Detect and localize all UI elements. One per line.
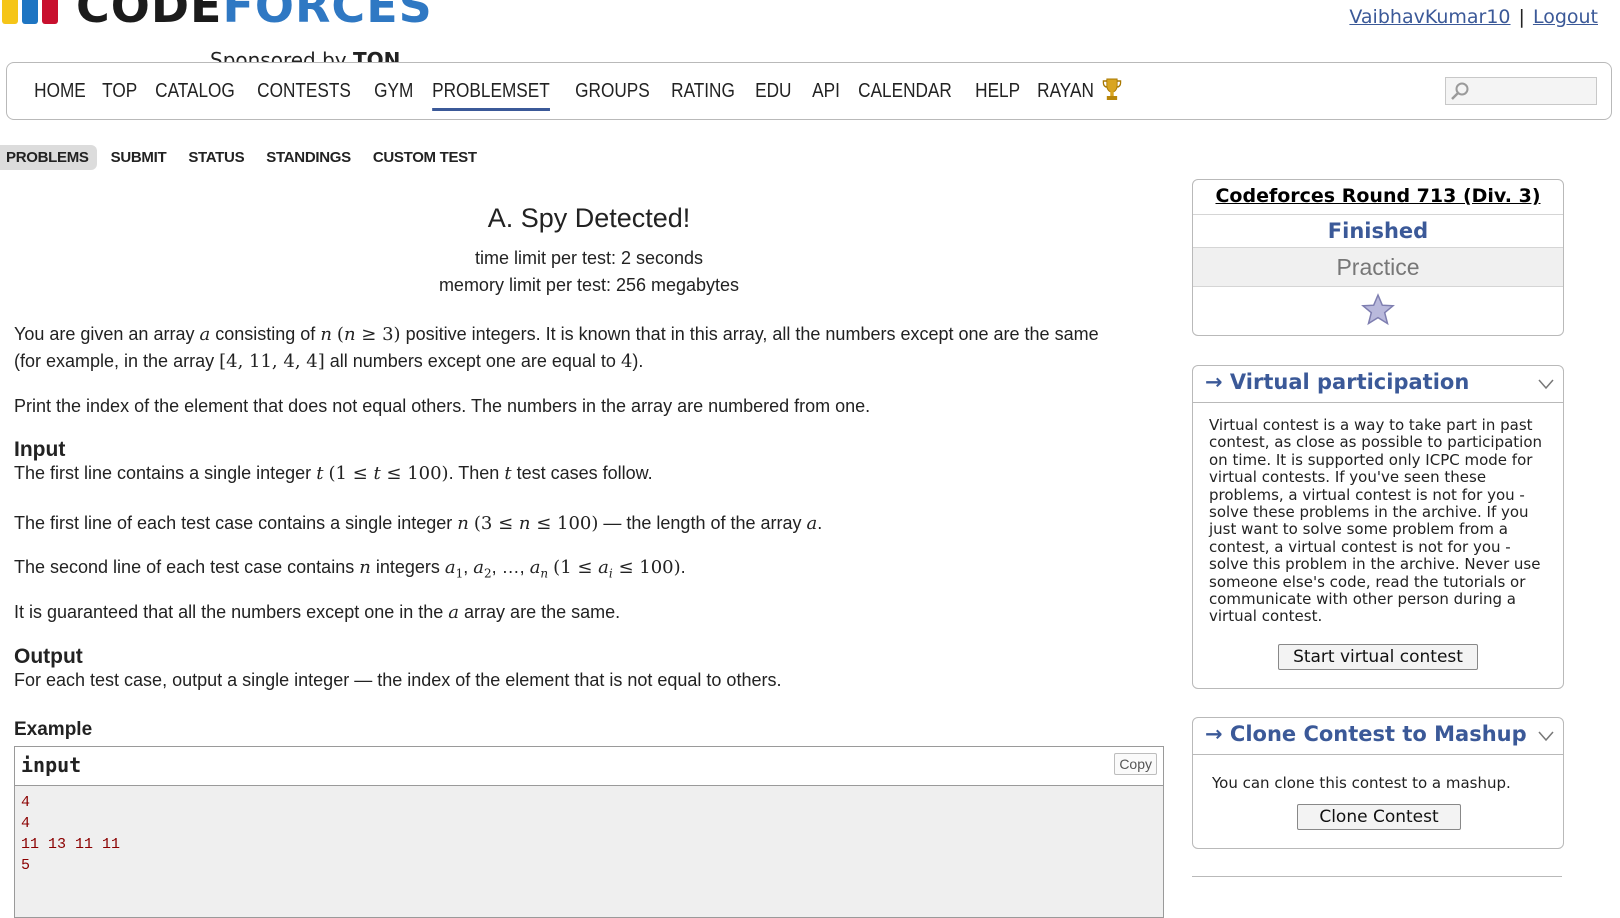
- clone-contest-box: → Clone Contest to Mashup You can clone …: [1192, 717, 1564, 849]
- contest-info-box: Codeforces Round 713 (Div. 3) Finished P…: [1192, 179, 1564, 336]
- contest-status: Finished: [1193, 215, 1563, 248]
- virtual-participation-title: → Virtual participation: [1205, 370, 1470, 394]
- search-icon: [1451, 82, 1469, 100]
- user-links-separator: |: [1518, 6, 1525, 28]
- menu-item-contests[interactable]: CONTESTS: [252, 63, 356, 119]
- submenu-submit[interactable]: SUBMIT: [103, 145, 175, 170]
- sample-line: 5: [21, 857, 31, 874]
- input-section-title: Input: [14, 438, 66, 461]
- menu-item-rayan-label: RAYAN: [1037, 80, 1094, 102]
- start-virtual-contest-button[interactable]: Start virtual contest: [1278, 644, 1478, 670]
- chevron-down-icon[interactable]: [1537, 377, 1555, 391]
- menu-item-top[interactable]: TOP: [97, 63, 142, 119]
- menu-item-api[interactable]: API: [807, 63, 845, 119]
- output-section-title: Output: [14, 645, 83, 668]
- time-limit: time limit per test: 2 seconds: [474, 248, 704, 268]
- search-input[interactable]: [1445, 77, 1597, 105]
- input-paragraph-3: The second line of each test case contai…: [14, 557, 686, 581]
- memory-limit: memory limit per test: 256 megabytes: [438, 275, 740, 295]
- submenu-standings[interactable]: STANDINGS: [258, 145, 359, 170]
- menu-item-catalog[interactable]: CATALOG: [150, 63, 240, 119]
- clone-contest-text: You can clone this contest to a mashup.: [1212, 774, 1511, 792]
- user-links: VaibhavKumar10 | Logout: [1349, 6, 1598, 28]
- clone-contest-button[interactable]: Clone Contest: [1297, 804, 1461, 830]
- problem-title: A. Spy Detected!: [487, 203, 691, 233]
- clone-contest-title: → Clone Contest to Mashup: [1205, 722, 1527, 746]
- sample-line: 4: [21, 815, 31, 832]
- logout-link[interactable]: Logout: [1533, 6, 1598, 28]
- sample-input-block: input Copy 4 4 11 13 11 11 5: [14, 746, 1164, 918]
- sample-input-label: input: [21, 753, 82, 777]
- menu-item-calendar[interactable]: CALENDAR: [853, 63, 957, 119]
- menu-item-groups[interactable]: GROUPS: [570, 63, 655, 119]
- virtual-participation-text: Virtual contest is a way to take part in…: [1209, 416, 1543, 626]
- input-paragraph-4: It is guaranteed that all the numbers ex…: [14, 602, 621, 623]
- input-paragraph-2: The first line of each test case contain…: [14, 513, 823, 534]
- sample-line: 4: [21, 794, 31, 811]
- legend-paragraph-2: Print the index of the element that does…: [14, 396, 871, 416]
- virtual-participation-box: → Virtual participation Virtual contest …: [1192, 365, 1564, 689]
- codeforces-logo[interactable]: CODEFORCES: [0, 0, 432, 48]
- logo-wordmark: CODEFORCES: [76, 0, 433, 33]
- menu-item-gym[interactable]: GYM: [369, 63, 419, 119]
- username-link[interactable]: VaibhavKumar10: [1349, 6, 1510, 28]
- sample-input-text[interactable]: 4 4 11 13 11 11 5: [15, 786, 1163, 882]
- legend-paragraph: You are given an array a consisting of n…: [14, 324, 1099, 372]
- logo-bars-icon: [0, 0, 64, 24]
- main-menu: HOME TOP CATALOG CONTESTS GYM PROBLEMSET…: [6, 62, 1612, 120]
- trophy-icon: [1102, 78, 1121, 100]
- star-icon[interactable]: [1361, 293, 1395, 327]
- copy-button[interactable]: Copy: [1114, 753, 1157, 775]
- menu-item-rayan[interactable]: RAYAN: [1032, 63, 1126, 119]
- problem-statement: A. Spy Detected! time limit per test: 2 …: [14, 195, 1164, 918]
- output-paragraph: For each test case, output a single inte…: [14, 670, 782, 690]
- example-title: Example: [14, 719, 93, 740]
- submenu-status[interactable]: STATUS: [180, 145, 252, 170]
- menu-item-home[interactable]: HOME: [29, 63, 91, 119]
- input-paragraph-1: The first line contains a single integer…: [14, 463, 653, 484]
- contest-name-link[interactable]: Codeforces Round 713 (Div. 3): [1215, 185, 1540, 207]
- menu-item-rating[interactable]: RATING: [666, 63, 740, 119]
- submenu-problems[interactable]: PROBLEMS: [0, 144, 97, 170]
- problemset-submenu: PROBLEMS SUBMIT STATUS STANDINGS CUSTOM …: [0, 143, 491, 171]
- practice-label[interactable]: Practice: [1193, 248, 1563, 287]
- sidebar-next-box: [1192, 876, 1562, 907]
- menu-item-problemset[interactable]: PROBLEMSET: [427, 63, 555, 119]
- chevron-down-icon[interactable]: [1537, 729, 1555, 743]
- sample-line: 11 13 11 11: [21, 836, 121, 853]
- submenu-custom-test[interactable]: CUSTOM TEST: [365, 145, 485, 170]
- menu-item-help[interactable]: HELP: [970, 63, 1025, 119]
- menu-item-edu[interactable]: EDU: [750, 63, 797, 119]
